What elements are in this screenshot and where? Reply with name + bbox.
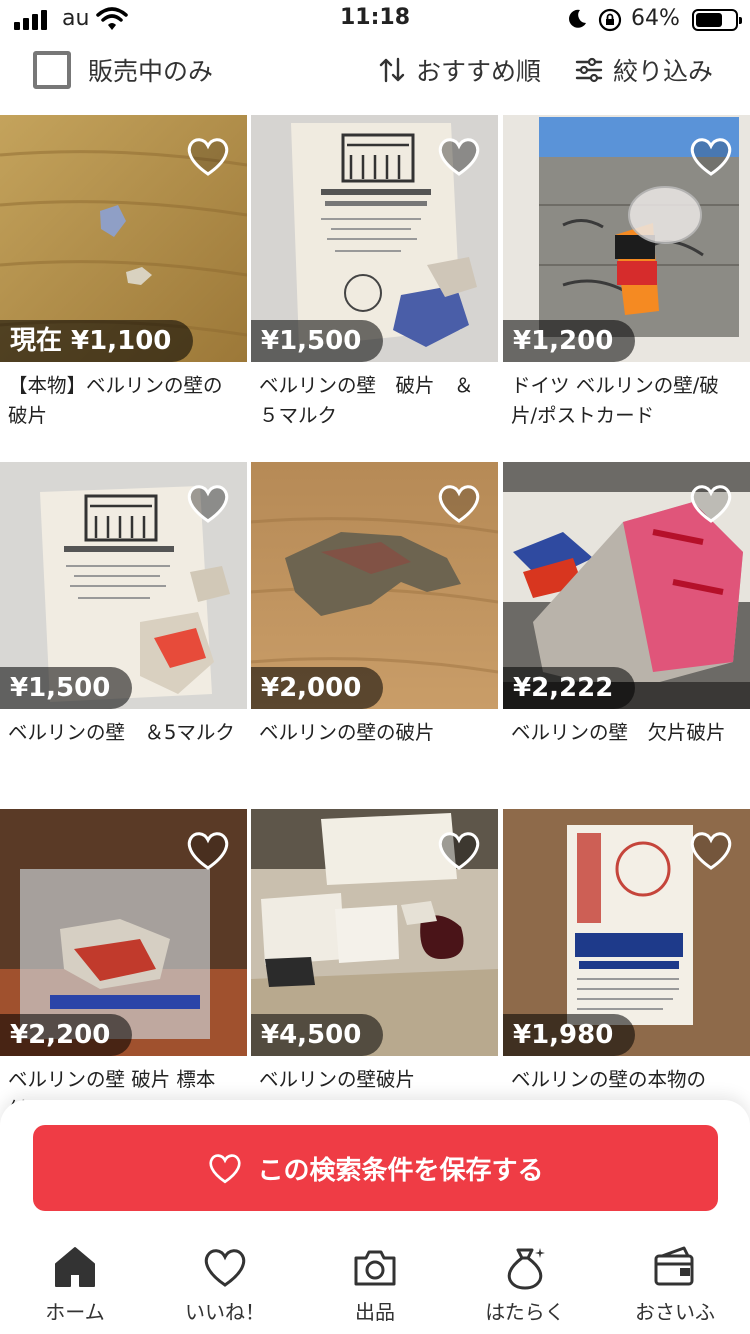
tab-label: いいね！	[185, 1300, 265, 1324]
price-tag: ¥1,200	[503, 320, 636, 362]
like-heart-icon[interactable]	[688, 829, 734, 871]
tab-label: 出品	[355, 1300, 395, 1324]
price-tag: ¥4,500	[251, 1014, 384, 1056]
product-title[interactable]: ベルリンの壁 破片 ＆５マルク	[251, 371, 498, 433]
refine-label: 絞り込み	[613, 57, 714, 86]
like-heart-icon[interactable]	[688, 135, 734, 177]
product-title[interactable]: ベルリンの壁 欠片破片	[503, 718, 750, 780]
product-card[interactable]: 現在 ¥1,100 【本物】ベルリンの壁の破片	[0, 115, 247, 433]
only-sale-label[interactable]: 販売中のみ	[88, 52, 213, 88]
product-card[interactable]: ¥2,222 ベルリンの壁 欠片破片	[503, 462, 750, 780]
product-thumbnail[interactable]: 現在 ¥1,100	[0, 115, 247, 362]
heart-outline-icon	[209, 1154, 242, 1184]
wallet-icon	[654, 1246, 694, 1286]
status-bar: au 11:18 64%	[0, 0, 750, 40]
save-search-button[interactable]: この検索条件を保存する	[33, 1125, 718, 1211]
product-title[interactable]: ベルリンの壁の破片	[251, 718, 498, 780]
product-thumbnail[interactable]: ¥2,200	[0, 809, 247, 1056]
product-title[interactable]: ドイツ ベルリンの壁/破片/ポストカード	[503, 371, 750, 433]
filter-bar: 販売中のみ おすすめ順 絞り込み	[0, 40, 750, 96]
rotation-lock-icon	[598, 8, 622, 32]
save-search-panel: この検索条件を保存する	[0, 1100, 750, 1230]
product-card[interactable]: ¥1,500 ベルリンの壁 破片 ＆５マルク	[251, 115, 498, 433]
product-title[interactable]: 【本物】ベルリンの壁の破片	[0, 371, 247, 433]
price-tag: ¥2,000	[251, 667, 384, 709]
sort-button[interactable]: おすすめ順	[378, 52, 541, 88]
sort-label: おすすめ順	[416, 57, 542, 86]
product-card[interactable]: ¥2,200 ベルリンの壁 破片 標本 付	[0, 809, 247, 1127]
camera-icon	[354, 1250, 396, 1286]
only-sale-checkbox[interactable]	[33, 51, 71, 89]
tab-bar: ホーム いいね！ 出品 はたらく おさいふ	[0, 1230, 750, 1334]
product-title[interactable]: ベルリンの壁 ＆5マルク	[0, 718, 247, 780]
like-heart-icon[interactable]	[185, 829, 231, 871]
product-thumbnail[interactable]: ¥1,980	[503, 809, 750, 1056]
product-thumbnail[interactable]: ¥2,000	[251, 462, 498, 709]
home-icon	[55, 1247, 95, 1287]
battery-percent: 64%	[631, 6, 680, 31]
product-thumbnail[interactable]: ¥4,500	[251, 809, 498, 1056]
product-thumbnail[interactable]: ¥2,222	[503, 462, 750, 709]
price-tag: 現在 ¥1,100	[0, 320, 194, 362]
product-thumbnail[interactable]: ¥1,500	[0, 462, 247, 709]
tab-label: おさいふ	[635, 1300, 715, 1324]
money-bag-icon	[507, 1248, 545, 1290]
refine-button[interactable]: 絞り込み	[575, 52, 713, 88]
price-tag: ¥1,980	[503, 1014, 636, 1056]
like-heart-icon[interactable]	[436, 829, 482, 871]
price-tag: ¥1,500	[0, 667, 133, 709]
product-thumbnail[interactable]: ¥1,200	[503, 115, 750, 362]
product-card[interactable]: ¥1,500 ベルリンの壁 ＆5マルク	[0, 462, 247, 780]
tab-home[interactable]: ホーム	[0, 1230, 150, 1334]
tab-label: はたらく	[485, 1300, 565, 1324]
moon-icon	[569, 9, 586, 28]
tab-wallet[interactable]: おさいふ	[600, 1230, 750, 1334]
tab-work[interactable]: はたらく	[450, 1230, 600, 1334]
product-card[interactable]: ¥1,980 ベルリンの壁の本物の	[503, 809, 750, 1127]
price-tag: ¥2,222	[503, 667, 636, 709]
product-card[interactable]: ¥2,000 ベルリンの壁の破片	[251, 462, 498, 780]
like-heart-icon[interactable]	[436, 482, 482, 524]
like-heart-icon[interactable]	[185, 482, 231, 524]
sort-icon	[379, 57, 405, 83]
battery-icon	[692, 9, 742, 31]
like-heart-icon[interactable]	[688, 482, 734, 524]
save-search-label: この検索条件を保存する	[257, 1155, 544, 1186]
filter-icon	[575, 57, 603, 83]
product-thumbnail[interactable]: ¥1,500	[251, 115, 498, 362]
product-card[interactable]: ¥4,500 ベルリンの壁破片	[251, 809, 498, 1127]
price-tag: ¥2,200	[0, 1014, 133, 1056]
like-heart-icon[interactable]	[436, 135, 482, 177]
like-heart-icon[interactable]	[185, 135, 231, 177]
heart-icon	[204, 1249, 246, 1287]
product-card[interactable]: ¥1,200 ドイツ ベルリンの壁/破片/ポストカード	[503, 115, 750, 433]
tab-likes[interactable]: いいね！	[150, 1230, 300, 1334]
tab-label: ホーム	[45, 1300, 105, 1324]
price-tag: ¥1,500	[251, 320, 384, 362]
tab-sell[interactable]: 出品	[300, 1230, 450, 1334]
